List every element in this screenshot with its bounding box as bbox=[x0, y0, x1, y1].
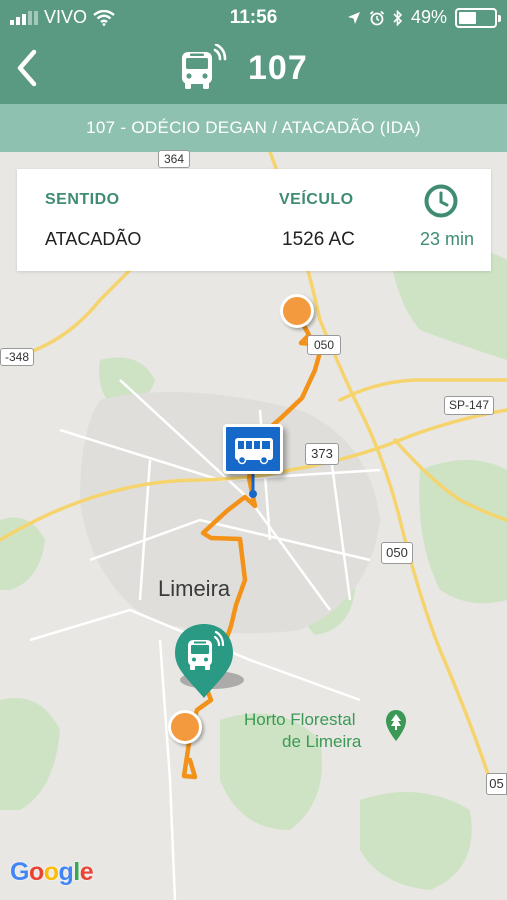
google-logo: Google bbox=[10, 858, 94, 886]
poi-label-line2: de Limeira bbox=[282, 732, 362, 751]
location-arrow-icon bbox=[347, 11, 360, 24]
highway-shield: 050 bbox=[307, 335, 341, 355]
poi-label: Horto Florestal de Limeira bbox=[244, 709, 361, 753]
route-subtitle: 107 - ODÉCIO DEGAN / ATACADÃO (IDA) bbox=[0, 104, 507, 152]
bus-live-icon bbox=[182, 44, 227, 89]
city-label: Limeira bbox=[158, 576, 231, 601]
vehicle-value: 1526 AC bbox=[282, 229, 355, 250]
end-stop-marker[interactable] bbox=[168, 710, 202, 744]
chevron-left-icon bbox=[17, 49, 37, 87]
live-bus-pin[interactable] bbox=[172, 622, 236, 702]
bus-icon bbox=[235, 438, 273, 465]
route-number: 107 bbox=[248, 48, 308, 87]
battery-percent: 49% bbox=[410, 7, 447, 27]
poi-label-line1: Horto Florestal bbox=[244, 710, 356, 729]
header-title: 107 bbox=[178, 38, 308, 98]
highway-shield: SP-147 bbox=[444, 396, 494, 415]
start-stop-marker[interactable] bbox=[280, 294, 314, 328]
highway-shield: -348 bbox=[0, 348, 34, 366]
vehicle-label: VEÍCULO bbox=[279, 191, 354, 208]
highway-shield: 050 bbox=[381, 542, 413, 564]
direction-label: SENTIDO bbox=[45, 191, 120, 208]
highway-shield: 05 bbox=[486, 773, 507, 795]
bluetooth-icon bbox=[393, 9, 403, 26]
highway-shield: 373 bbox=[305, 443, 339, 465]
battery-icon bbox=[455, 7, 501, 28]
trip-info-card: SENTIDO ATACADÃO VEÍCULO 1526 AC 23 min bbox=[17, 169, 491, 271]
park-tree-icon bbox=[386, 710, 406, 741]
status-bar: VIVO 11:56 49% bbox=[0, 0, 507, 36]
eta-value: 23 min bbox=[419, 229, 475, 249]
clock-icon bbox=[424, 184, 458, 218]
back-button[interactable] bbox=[10, 46, 46, 90]
direction-value: ATACADÃO bbox=[45, 229, 142, 249]
vehicle-marker[interactable] bbox=[223, 424, 283, 474]
alarm-icon bbox=[369, 10, 385, 25]
highway-shield: 364 bbox=[158, 150, 190, 168]
